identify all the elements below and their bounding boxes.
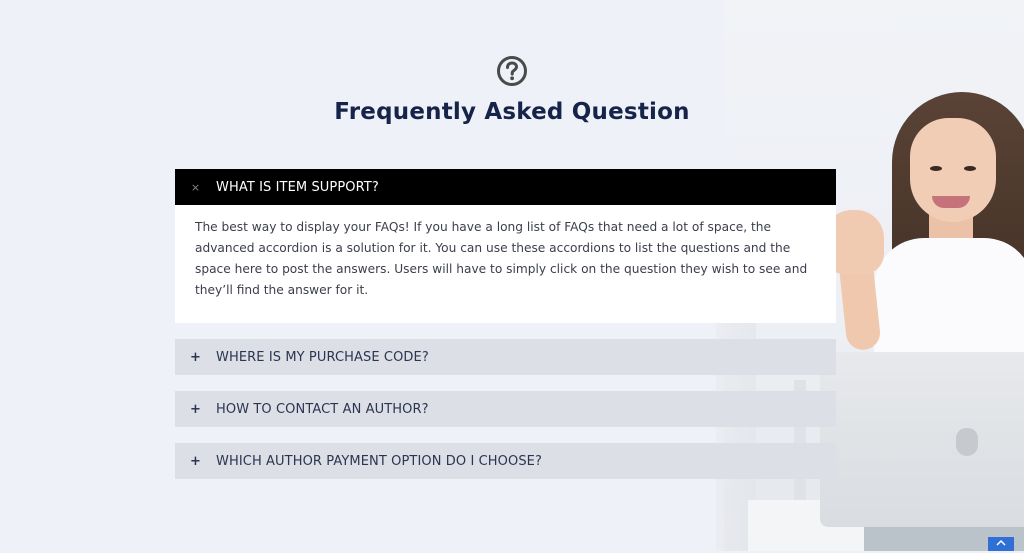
laptop-logo-icon [956,428,978,456]
person-face [910,118,996,222]
faq-question-label: WHICH AUTHOR PAYMENT OPTION DO I CHOOSE? [216,453,542,469]
faq-accordion: × WHAT IS ITEM SUPPORT? The best way to … [175,169,836,495]
faq-question-contact-author[interactable]: + HOW TO CONTACT AN AUTHOR? [175,391,836,427]
faq-item: + WHICH AUTHOR PAYMENT OPTION DO I CHOOS… [175,443,836,479]
chevron-up-icon [996,539,1006,550]
faq-header: Frequently Asked Question [0,55,1024,125]
question-circle-icon [496,55,528,87]
faq-question-item-support[interactable]: × WHAT IS ITEM SUPPORT? [175,169,836,205]
faq-question-payment-option[interactable]: + WHICH AUTHOR PAYMENT OPTION DO I CHOOS… [175,443,836,479]
plus-icon[interactable]: + [175,350,216,365]
close-icon[interactable]: × [175,181,216,194]
faq-item: × WHAT IS ITEM SUPPORT? The best way to … [175,169,836,323]
faq-item: + WHERE IS MY PURCHASE CODE? [175,339,836,375]
faq-item: + HOW TO CONTACT AN AUTHOR? [175,391,836,427]
plus-icon[interactable]: + [175,454,216,469]
faq-answer: The best way to display your FAQs! If yo… [175,205,836,323]
person-eye [964,166,976,171]
page-title: Frequently Asked Question [334,99,690,125]
plus-icon[interactable]: + [175,402,216,417]
laptop [820,352,1024,527]
person-eye [930,166,942,171]
person-shirt [874,238,1024,368]
person-smile [932,196,970,208]
faq-question-label: WHAT IS ITEM SUPPORT? [216,179,379,195]
scroll-to-top-button[interactable] [988,537,1014,551]
faq-question-purchase-code[interactable]: + WHERE IS MY PURCHASE CODE? [175,339,836,375]
faq-question-label: WHERE IS MY PURCHASE CODE? [216,349,429,365]
faq-question-label: HOW TO CONTACT AN AUTHOR? [216,401,429,417]
